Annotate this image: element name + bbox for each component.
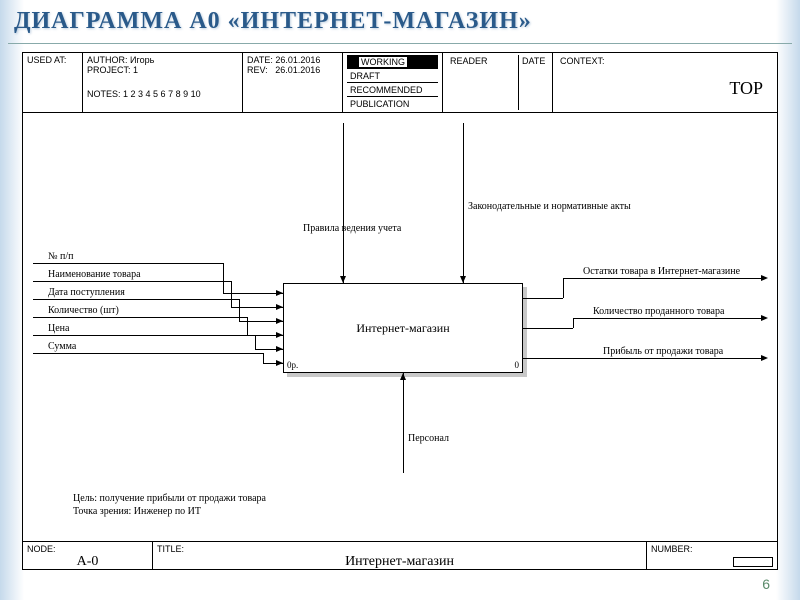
input-arrow — [223, 293, 283, 294]
output-arrow — [583, 358, 763, 359]
control-arrow-2 — [463, 123, 464, 283]
context-cell: CONTEXT: TOP — [553, 53, 777, 112]
slide-page-number: 6 — [762, 576, 770, 592]
used-at-cell: USED AT: — [23, 53, 83, 112]
arrowhead-icon — [400, 373, 406, 380]
input-arrow — [33, 299, 239, 300]
rev-label: REV: — [247, 65, 268, 75]
output-label: Прибыль от продажи товара — [603, 346, 723, 357]
output-arrow — [523, 358, 583, 359]
input-arrow — [223, 263, 224, 293]
status-working: WORKING — [359, 57, 407, 67]
number-label: NUMBER: — [651, 544, 693, 554]
used-at-label: USED AT: — [27, 55, 66, 65]
date-label: DATE: — [247, 55, 273, 65]
control-label-2: Законодательные и нормативные акты — [468, 201, 631, 212]
output-arrow — [523, 298, 563, 299]
notes-value: 1 2 3 4 5 6 7 8 9 10 — [123, 89, 201, 99]
arrowhead-icon — [276, 360, 283, 366]
arrowhead-icon — [276, 290, 283, 296]
project-value: 1 — [133, 65, 138, 75]
context-value: TOP — [557, 67, 773, 110]
purpose-text: Цель: получение прибыли от продажи товар… — [73, 493, 266, 504]
input-arrow — [263, 353, 264, 363]
node-value: A-0 — [27, 554, 148, 570]
date-cell: DATE: 26.01.2016 REV: 26.01.2016 — [243, 53, 343, 112]
page-thumb-box — [733, 557, 773, 567]
input-arrow — [231, 281, 232, 307]
idef0-frame: USED AT: AUTHOR: Игорь PROJECT: 1 NOTES:… — [22, 52, 778, 570]
input-arrow — [33, 263, 223, 264]
output-arrow — [523, 328, 573, 329]
reader-date-label: DATE — [518, 55, 548, 110]
input-arrow — [33, 353, 263, 354]
date-value: 26.01.2016 — [275, 55, 320, 65]
rev-value: 26.01.2016 — [275, 65, 320, 75]
node-cell: NODE: A-0 — [23, 542, 153, 569]
arrowhead-icon — [761, 355, 768, 361]
title-label: TITLE: — [157, 544, 642, 554]
idef0-header: USED AT: AUTHOR: Игорь PROJECT: 1 NOTES:… — [23, 53, 777, 113]
output-label: Остатки товара в Интернет-магазине — [583, 266, 740, 277]
control-arrow-1 — [343, 123, 344, 283]
title-value: Интернет-магазин — [157, 554, 642, 570]
mechanism-arrow — [403, 373, 404, 473]
arrowhead-icon — [761, 275, 768, 281]
arrowhead-icon — [340, 276, 346, 283]
reader-label: READER — [447, 55, 518, 110]
author-label: AUTHOR: — [87, 55, 128, 65]
author-cell: AUTHOR: Игорь PROJECT: 1 NOTES: 1 2 3 4 … — [83, 53, 243, 112]
status-recommended: RECOMMENDED — [350, 85, 423, 95]
arrowhead-icon — [276, 318, 283, 324]
input-arrow — [247, 317, 248, 335]
notes-label: NOTES: — [87, 89, 121, 99]
control-label-1: Правила ведения учета — [303, 223, 401, 234]
input-arrow — [255, 335, 256, 349]
status-draft: DRAFT — [350, 71, 380, 81]
input-arrow — [33, 317, 247, 318]
status-cell: WORKING DRAFT RECOMMENDED PUBLICATION — [343, 53, 443, 112]
input-arrow — [33, 281, 231, 282]
author-value: Игорь — [130, 55, 154, 65]
slide-title: ДИАГРАММА А0 «ИНТЕРНЕТ-МАГАЗИН» — [0, 0, 800, 43]
number-cell: NUMBER: — [647, 542, 777, 569]
output-arrow — [563, 278, 763, 279]
output-arrow — [573, 318, 763, 319]
box-corner-right: 0 — [515, 360, 520, 370]
mechanism-label: Персонал — [408, 433, 449, 444]
viewpoint-text: Точка зрения: Инженер по ИТ — [73, 506, 201, 517]
status-publication: PUBLICATION — [350, 99, 409, 109]
diagram-canvas: Интернет-магазин 0р. 0 Правила ведения у… — [23, 113, 777, 541]
box-corner-left: 0р. — [287, 360, 298, 370]
output-label: Количество проданного товара — [593, 306, 724, 317]
output-arrow — [563, 278, 564, 298]
idef0-footer: NODE: A-0 TITLE: Интернет-магазин NUMBER… — [23, 541, 777, 569]
arrowhead-icon — [460, 276, 466, 283]
node-label: NODE: — [27, 544, 148, 554]
arrowhead-icon — [276, 332, 283, 338]
title-divider — [8, 43, 792, 44]
reader-cell: READER DATE — [443, 53, 553, 112]
activity-box: Интернет-магазин 0р. 0 — [283, 283, 523, 373]
title-cell: TITLE: Интернет-магазин — [153, 542, 647, 569]
project-label: PROJECT: — [87, 65, 131, 75]
arrowhead-icon — [276, 346, 283, 352]
arrowhead-icon — [761, 315, 768, 321]
input-arrow — [33, 335, 255, 336]
arrowhead-icon — [276, 304, 283, 310]
output-arrow — [573, 318, 574, 328]
activity-label: Интернет-магазин — [356, 321, 449, 336]
context-label: CONTEXT: — [557, 55, 773, 67]
